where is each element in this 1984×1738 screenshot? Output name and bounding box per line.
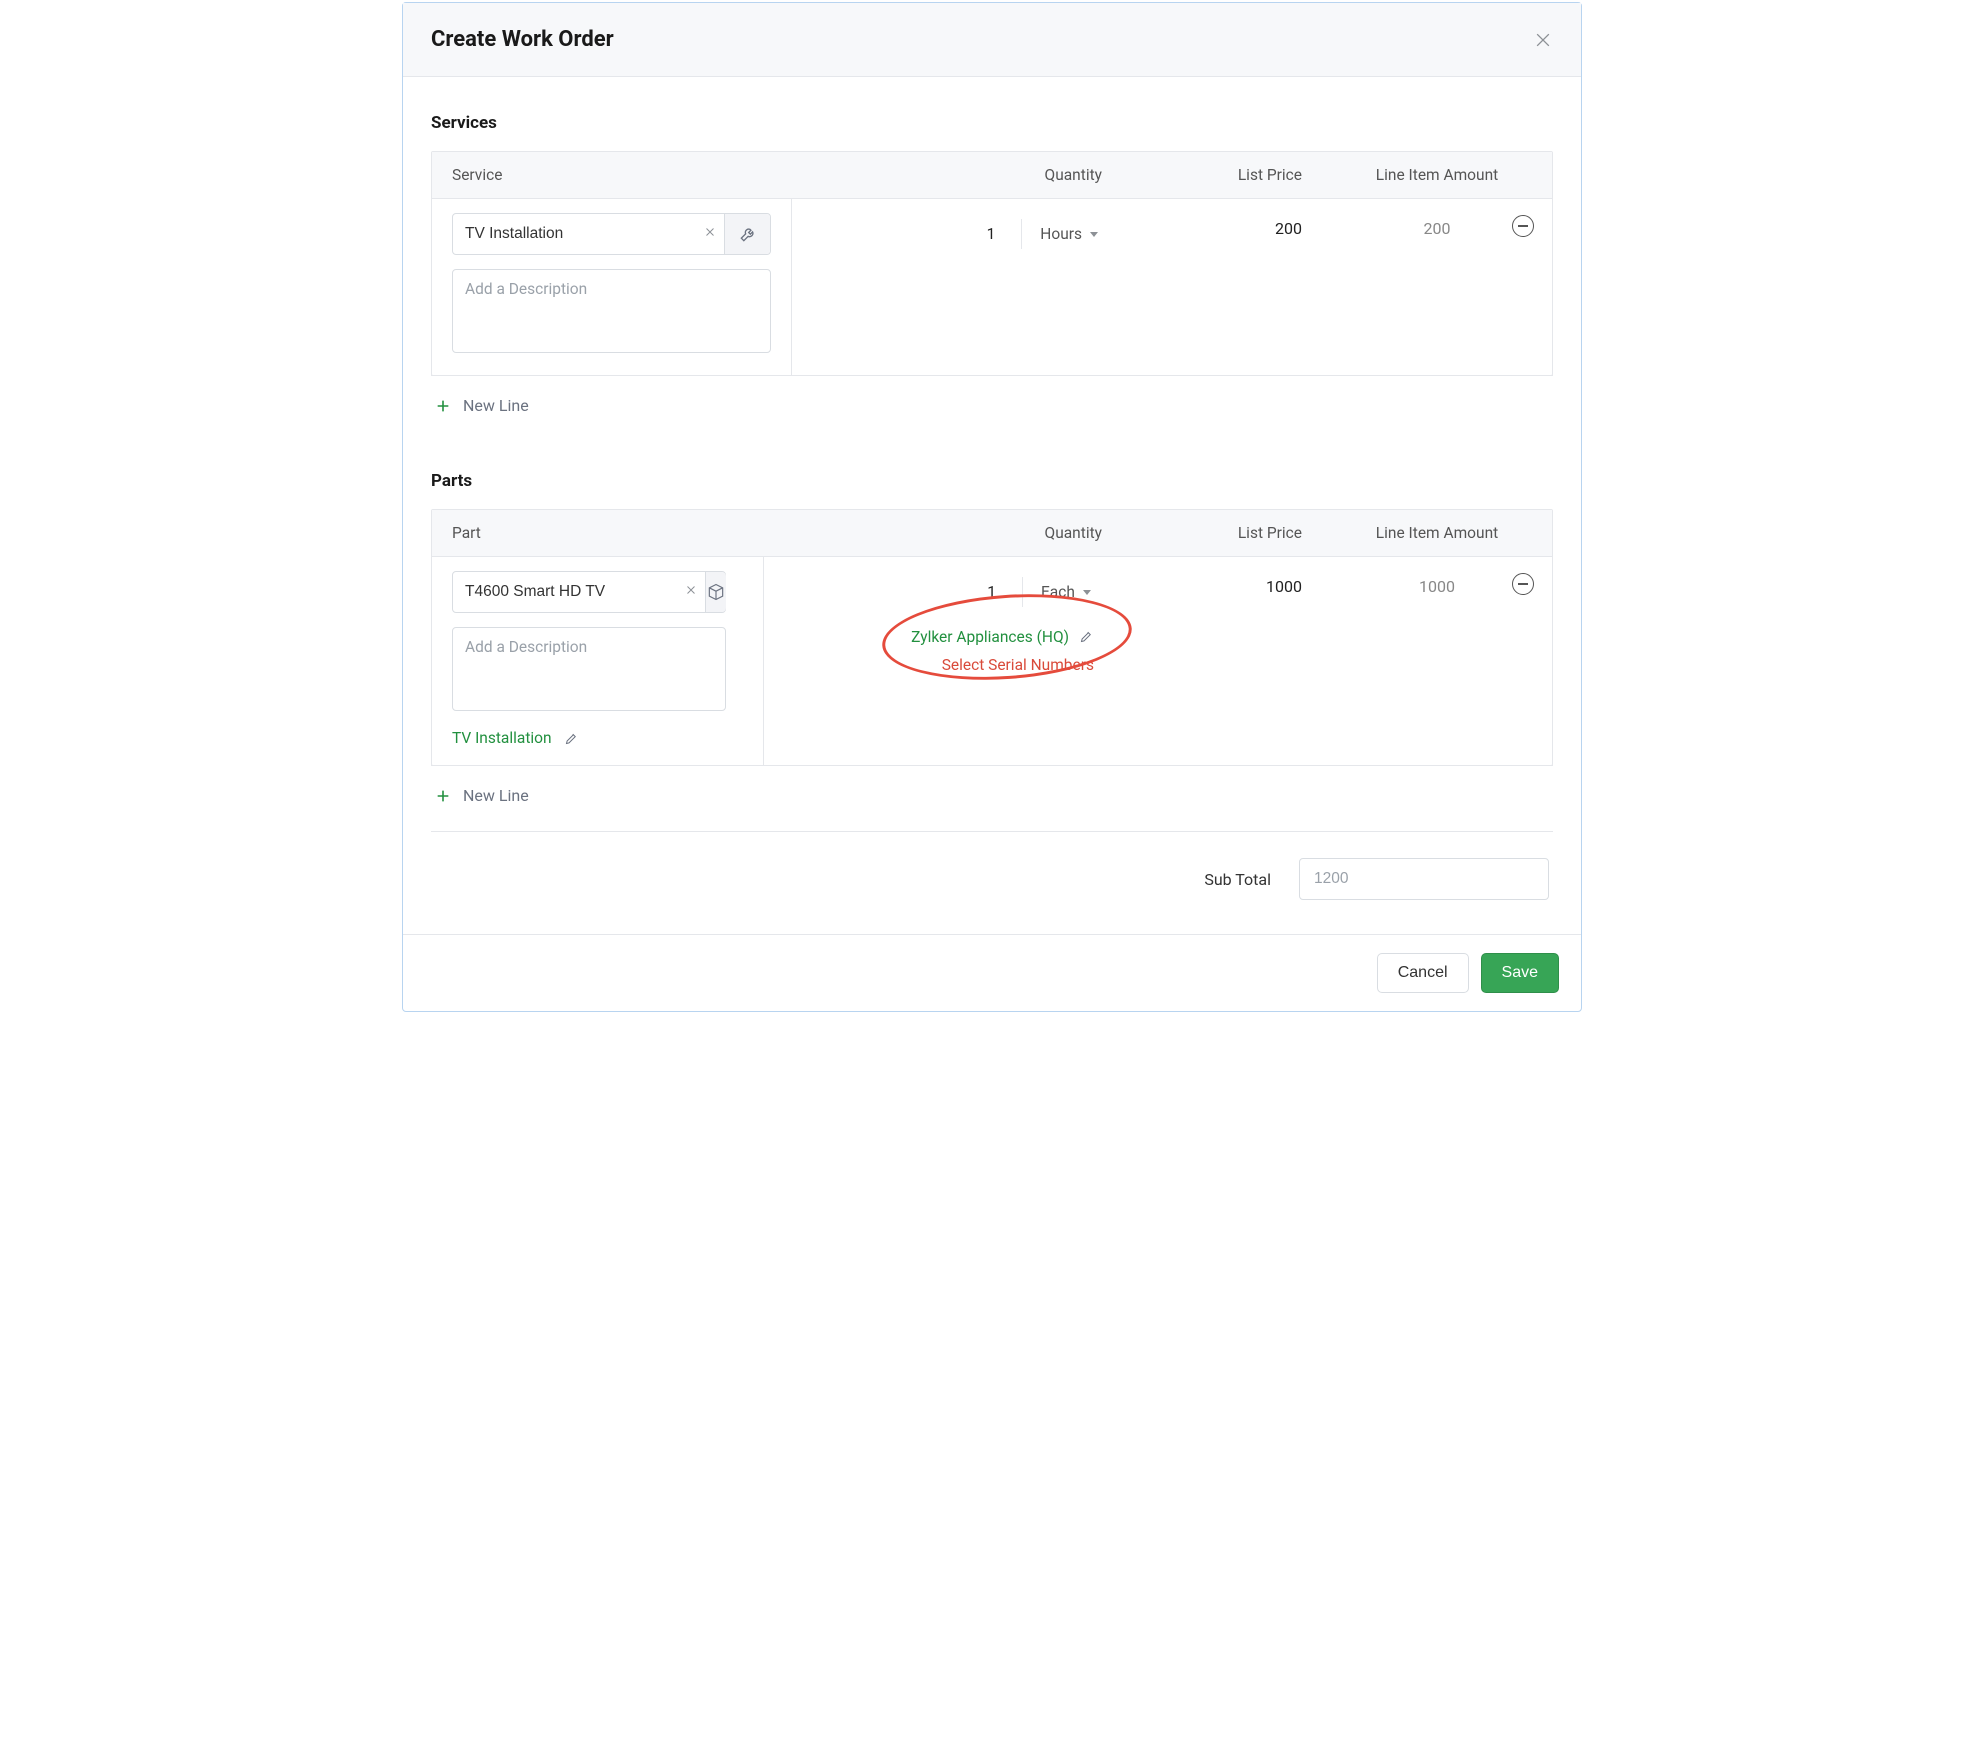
services-new-line-button[interactable]: New Line xyxy=(431,375,1553,435)
service-row: 1 Hours 200 200 xyxy=(432,199,1552,375)
save-button[interactable]: Save xyxy=(1481,953,1559,993)
service-list-price[interactable]: 200 xyxy=(1122,199,1322,250)
services-section-title: Services xyxy=(431,113,1553,133)
pencil-icon xyxy=(564,731,579,746)
modal-footer: Cancel Save xyxy=(403,934,1581,1011)
col-list-price: List Price xyxy=(1122,510,1322,556)
part-unit-select[interactable]: Each xyxy=(1022,577,1116,607)
services-new-line-label: New Line xyxy=(463,396,529,415)
part-amount: 1000 xyxy=(1419,577,1455,596)
subtotal-row: Sub Total xyxy=(431,831,1553,904)
remove-line-icon[interactable] xyxy=(1512,573,1534,595)
col-quantity: Quantity xyxy=(792,152,1122,198)
part-list-price[interactable]: 1000 xyxy=(1122,557,1322,608)
create-work-order-modal: Create Work Order Services Service Quant… xyxy=(402,2,1582,1012)
warehouse-link[interactable]: Zylker Appliances (HQ) xyxy=(911,627,1094,646)
col-line-amount: Line Item Amount xyxy=(1322,152,1552,198)
subtotal-label: Sub Total xyxy=(1204,870,1271,889)
service-quantity[interactable]: 1 xyxy=(987,225,1022,243)
chevron-down-icon xyxy=(1083,590,1091,595)
wrench-icon[interactable] xyxy=(724,214,770,254)
part-unit-label: Each xyxy=(1041,583,1075,601)
plus-icon xyxy=(435,398,451,414)
modal-title: Create Work Order xyxy=(431,27,614,52)
select-serial-numbers-link[interactable]: Select Serial Numbers xyxy=(942,656,1094,674)
parts-section-title: Parts xyxy=(431,471,1553,491)
clear-icon[interactable] xyxy=(677,584,705,600)
parts-new-line-label: New Line xyxy=(463,786,529,805)
parts-new-line-button[interactable]: New Line xyxy=(431,765,1553,825)
part-quantity[interactable]: 1 xyxy=(987,583,1022,601)
chevron-down-icon xyxy=(1090,232,1098,237)
service-description-input[interactable] xyxy=(452,269,771,353)
modal-header: Create Work Order xyxy=(403,3,1581,77)
part-row: TV Installation 1 Each xyxy=(432,557,1552,765)
pencil-icon xyxy=(1079,629,1094,644)
part-lookup[interactable] xyxy=(452,571,726,613)
remove-line-icon[interactable] xyxy=(1512,215,1534,237)
col-service: Service xyxy=(432,152,792,198)
subtotal-input[interactable] xyxy=(1299,858,1549,900)
col-line-amount: Line Item Amount xyxy=(1322,510,1552,556)
service-lookup[interactable] xyxy=(452,213,771,255)
col-quantity: Quantity xyxy=(764,510,1122,556)
col-list-price: List Price xyxy=(1122,152,1322,198)
part-description-input[interactable] xyxy=(452,627,726,711)
clear-icon[interactable] xyxy=(696,226,724,242)
service-unit-label: Hours xyxy=(1040,225,1082,243)
plus-icon xyxy=(435,788,451,804)
services-table-header: Service Quantity List Price Line Item Am… xyxy=(432,152,1552,199)
associated-service-link[interactable]: TV Installation xyxy=(452,729,743,747)
part-name-input[interactable] xyxy=(453,572,677,612)
close-icon[interactable] xyxy=(1533,30,1553,50)
parts-table-header: Part Quantity List Price Line Item Amoun… xyxy=(432,510,1552,557)
col-part: Part xyxy=(432,510,764,556)
service-amount: 200 xyxy=(1424,219,1451,238)
services-table: Service Quantity List Price Line Item Am… xyxy=(431,151,1553,376)
service-unit-select[interactable]: Hours xyxy=(1021,219,1116,249)
cancel-button[interactable]: Cancel xyxy=(1377,953,1469,993)
parts-table: Part Quantity List Price Line Item Amoun… xyxy=(431,509,1553,766)
box-icon[interactable] xyxy=(705,572,726,612)
service-name-input[interactable] xyxy=(453,214,696,254)
